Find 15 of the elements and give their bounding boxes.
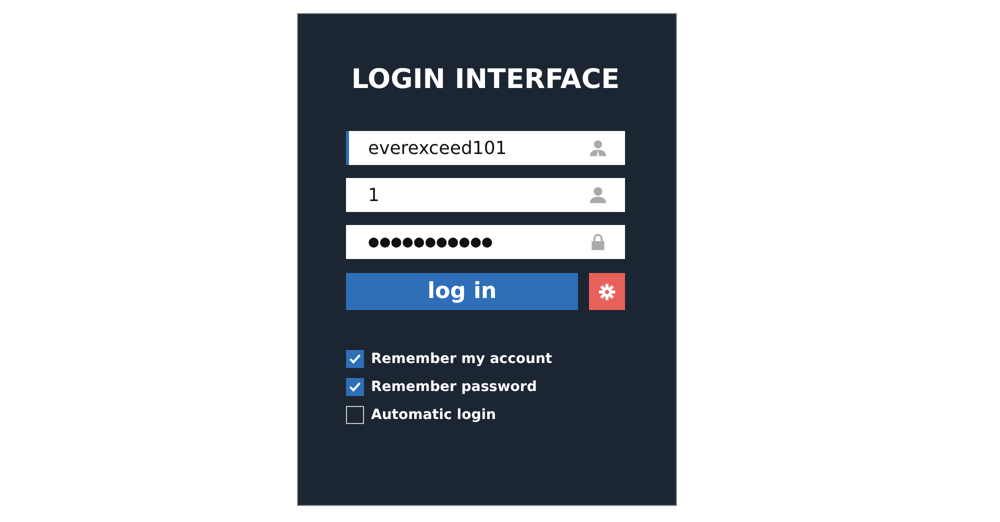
login-title: LOGIN INTERFACE xyxy=(351,63,620,97)
checkbox[interactable] xyxy=(346,350,364,368)
checkbox[interactable] xyxy=(346,378,364,396)
checkbox-label: Remember my account xyxy=(371,351,552,367)
person-suit-icon xyxy=(589,139,607,157)
checkbox-label: Automatic login xyxy=(371,407,496,423)
settings-icon xyxy=(598,282,616,300)
settings-button[interactable] xyxy=(589,273,625,310)
checkbox-label: Remember password xyxy=(371,379,537,395)
input-field[interactable]: 1 xyxy=(346,178,625,212)
login-button[interactable]: log in xyxy=(346,273,578,310)
input-field[interactable]: everexceed101 xyxy=(346,131,625,165)
user-icon xyxy=(589,186,607,204)
input-field[interactable]: ●●●●●●●●●●● xyxy=(346,225,625,259)
lock-icon xyxy=(589,233,607,251)
